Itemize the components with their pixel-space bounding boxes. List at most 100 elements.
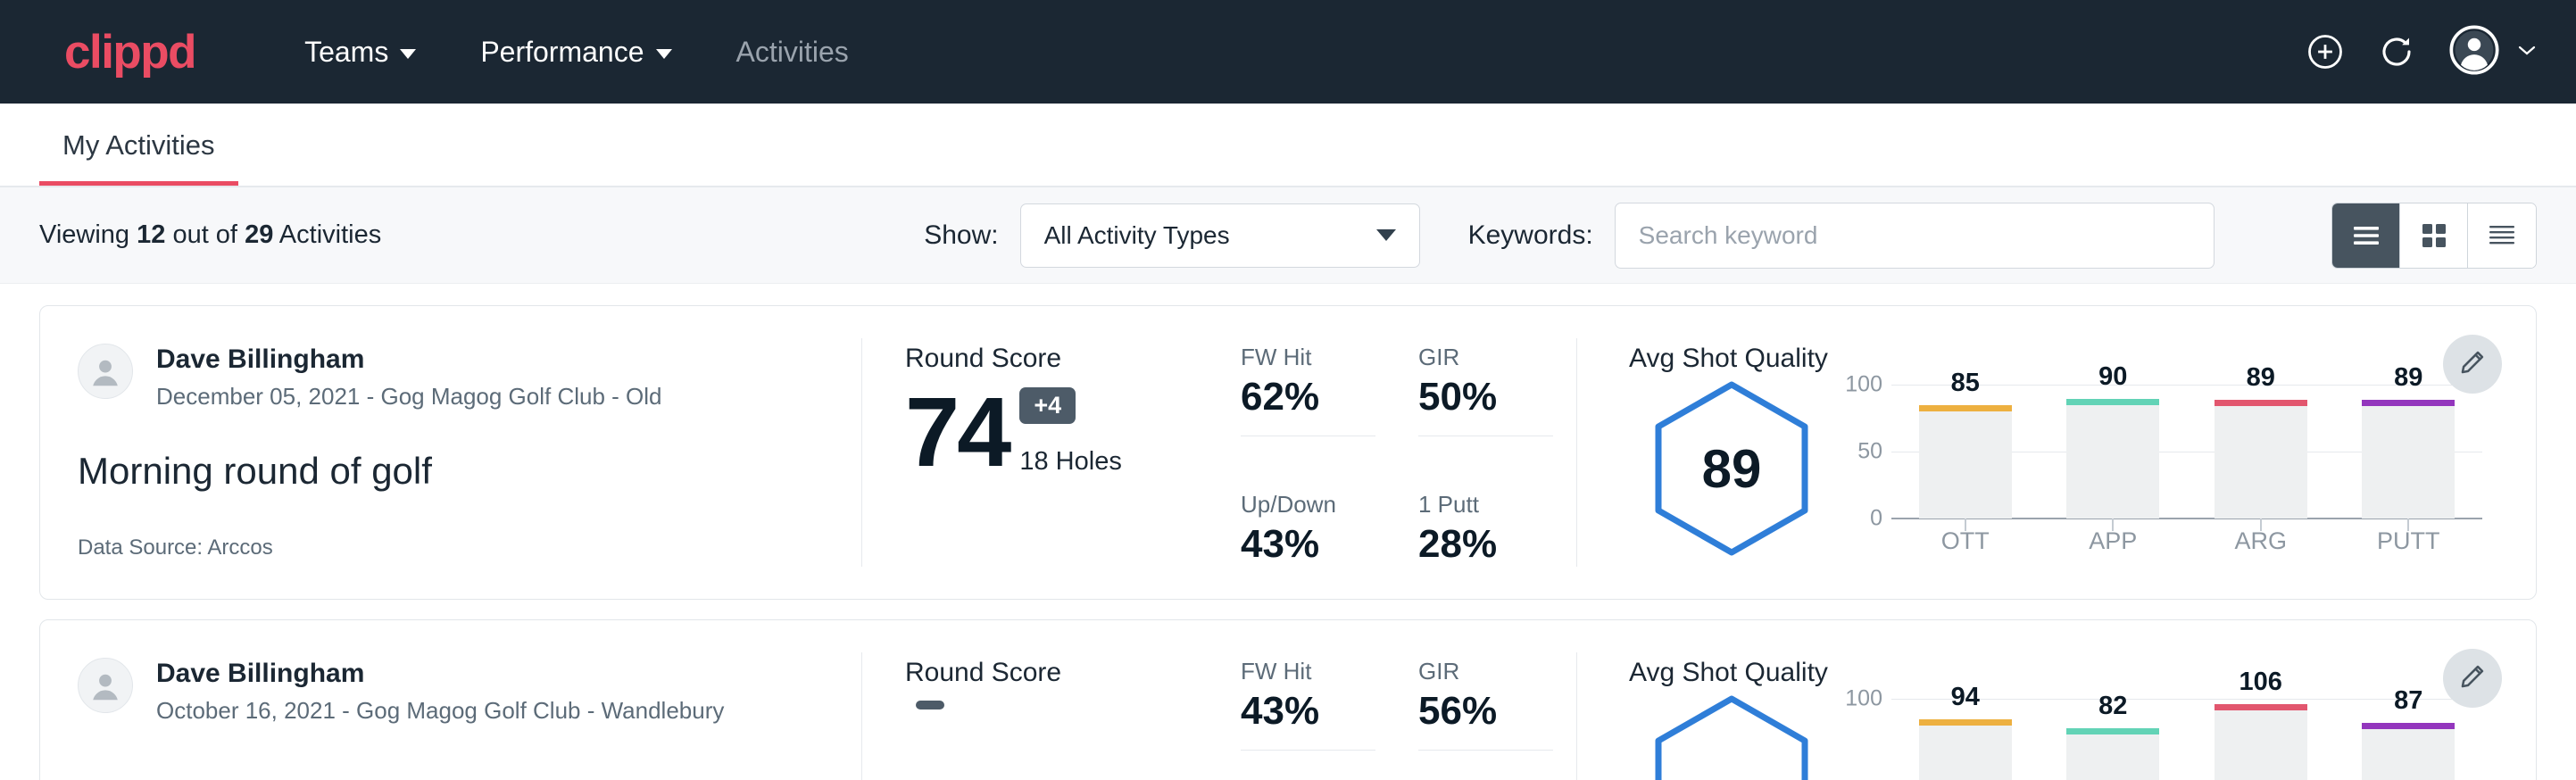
bar-cap (1919, 405, 2012, 411)
chart-y-axis: 100 50 0 (1834, 385, 1891, 519)
activity-card[interactable]: Dave Billingham December 05, 2021 - Gog … (39, 305, 2537, 600)
bar-cap (2215, 400, 2307, 406)
bar-column-ott[interactable]: 94 (1891, 699, 2040, 780)
show-filter-group: Show: All Activity Types (924, 203, 1419, 268)
show-label: Show: (924, 220, 998, 251)
stat-value: 56% (1418, 691, 1576, 732)
tab-my-activities[interactable]: My Activities (39, 129, 238, 186)
nav-item-label: Activities (736, 36, 849, 69)
shot-quality-bar-chart: 100 50 0 85 (1834, 379, 2536, 519)
nav-item-performance[interactable]: Performance (448, 36, 703, 69)
score-to-par-badge (916, 701, 944, 709)
stat-label: FW Hit (1241, 344, 1399, 371)
activity-type-select[interactable]: All Activity Types (1020, 203, 1420, 268)
chart-bars: 85 90 (1891, 385, 2482, 519)
nav-item-activities[interactable]: Activities (704, 36, 881, 69)
bar-value-label: 85 (1891, 369, 2040, 398)
avatar (2449, 25, 2499, 79)
bar-column-putt[interactable]: 87 (2335, 699, 2483, 780)
y-tick-label: 100 (1845, 686, 1882, 712)
bar-column-ott[interactable]: 85 (1891, 385, 2040, 519)
x-tick-label: APP (2040, 527, 2188, 555)
edit-activity-button[interactable] (2443, 335, 2502, 394)
filter-toolbar: Viewing 12 out of 29 Activities Show: Al… (0, 187, 2576, 284)
plus-circle-icon[interactable] (2306, 33, 2344, 71)
clippd-logo[interactable]: clippd (64, 29, 195, 76)
edit-activity-button[interactable] (2443, 649, 2502, 708)
stat-value: 62% (1241, 377, 1399, 418)
bar-column-arg[interactable]: 89 (2187, 385, 2335, 519)
stat-label: GIR (1418, 658, 1576, 685)
viewing-prefix: Viewing (39, 220, 129, 249)
activity-author: Dave Billingham October 16, 2021 - Gog M… (78, 658, 861, 725)
keywords-filter-group: Keywords: (1468, 203, 2215, 269)
round-score-section: Round Score 74 +4 18 Holes (862, 306, 1237, 599)
view-toggle-list[interactable] (2332, 203, 2400, 268)
round-score-label: Round Score (905, 658, 1237, 688)
divider (1418, 750, 1553, 751)
stat-label: FW Hit (1241, 658, 1399, 685)
x-tick-label: OTT (1891, 527, 2040, 555)
avg-shot-quality-section: Avg Shot Quality 89 100 50 (1577, 306, 2536, 599)
user-menu[interactable] (2449, 25, 2539, 79)
stat-value: 43% (1241, 691, 1399, 732)
chart-x-axis: OTT APP ARG PUTT (1891, 527, 2482, 555)
stat-gir: GIR 56% (1418, 658, 1576, 780)
view-toggle-compact[interactable] (2468, 203, 2536, 268)
y-tick-label: 0 (1870, 506, 1882, 532)
stat-value: 50% (1418, 377, 1576, 418)
top-navigation-bar: clippd Teams Performance Activities (0, 0, 2576, 104)
activity-card[interactable]: Dave Billingham October 16, 2021 - Gog M… (39, 619, 2537, 780)
chart-y-axis: 100 (1834, 699, 1891, 780)
x-tick-label: ARG (2187, 527, 2335, 555)
stat-up-down: Up/Down 43% (1241, 491, 1399, 600)
stat-one-putt: 1 Putt 28% (1418, 491, 1576, 600)
avg-shot-quality-label: Avg Shot Quality (1629, 658, 2536, 688)
page-tab-bar: My Activities (0, 104, 2576, 187)
viewing-count: 12 (137, 220, 165, 249)
chart-bars: 94 82 106 (1891, 699, 2482, 780)
activity-author: Dave Billingham December 05, 2021 - Gog … (78, 344, 861, 411)
x-tick-label: PUTT (2335, 527, 2483, 555)
round-score-value: 74 (905, 386, 1009, 480)
activities-count-summary: Viewing 12 out of 29 Activities (39, 220, 381, 250)
activity-title: Morning round of golf (78, 450, 861, 493)
stat-value: 43% (1241, 524, 1399, 565)
nav-item-teams[interactable]: Teams (272, 36, 448, 69)
bar-column-app[interactable]: 82 (2040, 699, 2188, 780)
holes-played: 18 Holes (1019, 447, 1121, 477)
bar-column-arg[interactable]: 106 (2187, 699, 2335, 780)
bar-cap (2215, 704, 2307, 710)
quality-score-value (1653, 693, 1810, 780)
stat-label: GIR (1418, 344, 1576, 371)
stat-fw-hit: FW Hit 62% (1241, 344, 1399, 491)
stat-fw-hit: FW Hit 43% (1241, 658, 1399, 780)
viewing-middle: out of (172, 220, 237, 249)
keywords-label: Keywords: (1468, 220, 1593, 251)
y-tick-label: 50 (1857, 439, 1882, 465)
bar-column-app[interactable]: 90 (2040, 385, 2188, 519)
activity-meta: October 16, 2021 - Gog Magog Golf Club -… (156, 697, 724, 725)
bar-cap (2066, 728, 2159, 734)
activity-type-select-value: All Activity Types (1044, 221, 1230, 250)
avatar (78, 658, 133, 713)
pencil-icon (2458, 348, 2487, 381)
bar-cap (2362, 400, 2455, 406)
quality-hexagon: 89 (1629, 379, 1834, 558)
quality-hexagon (1629, 693, 1834, 780)
divider (1241, 750, 1375, 751)
tab-label: My Activities (62, 129, 215, 161)
viewing-suffix: Activities (279, 220, 381, 249)
view-toggle-grid[interactable] (2400, 203, 2468, 268)
chevron-down-icon (400, 49, 416, 59)
score-to-par-badge: +4 (1019, 387, 1076, 424)
refresh-icon[interactable] (2378, 33, 2415, 71)
y-tick-label: 100 (1845, 372, 1882, 398)
quality-score-value: 89 (1653, 379, 1810, 558)
bar-cap (2066, 399, 2159, 405)
chevron-down-icon (1376, 229, 1396, 241)
search-input[interactable] (1615, 203, 2215, 269)
activity-summary: Dave Billingham October 16, 2021 - Gog M… (40, 620, 861, 780)
bar-column-putt[interactable]: 89 (2335, 385, 2483, 519)
chevron-down-icon (2515, 43, 2539, 62)
